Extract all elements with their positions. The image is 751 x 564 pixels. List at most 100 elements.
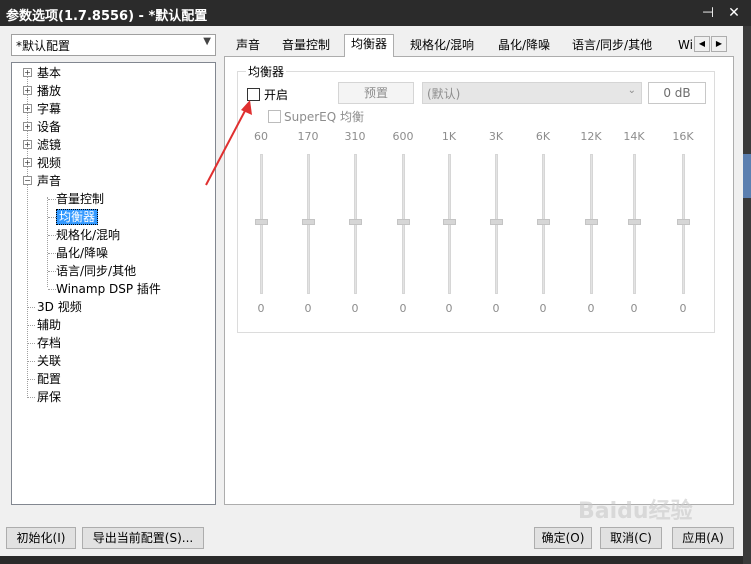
tree-item[interactable]: Winamp DSP 插件	[48, 280, 161, 298]
tree-item[interactable]: + 滤镜	[23, 136, 62, 154]
annotation-arrow-icon	[205, 100, 252, 186]
band-value-label: 0	[445, 302, 453, 315]
cancel-button[interactable]: 取消(C)	[600, 527, 662, 549]
tree-item[interactable]: 规格化/混响	[48, 226, 121, 244]
tab[interactable]: Wi	[672, 36, 699, 56]
tab[interactable]: 声音	[230, 36, 266, 56]
tree-item-label: 关联	[37, 354, 62, 368]
tree-item[interactable]: − 声音	[23, 172, 62, 190]
apply-button[interactable]: 应用(A)	[672, 527, 734, 549]
expand-icon[interactable]: +	[23, 140, 32, 149]
tab[interactable]: 晶化/降噪	[492, 36, 556, 56]
tree-item[interactable]: + 视频	[23, 154, 61, 172]
tree-item-label: 基本	[37, 66, 62, 80]
ok-button[interactable]: 确定(O)	[534, 527, 592, 549]
settings-tree[interactable]: + 基本 + 播放 + 字幕 + 设备 + 滤镜 + 视频 − 声音 音量控制 均衡器 规格化/混响 晶化/降噪语…	[11, 62, 216, 505]
band-frequency-label: 1K	[441, 130, 457, 143]
profile-dropdown-value: *默认配置	[16, 39, 71, 53]
band-sliders: 60 0 170 0 310 0 600 0 1K 0 3K 0 6K 0 12K 0 14K 0 16K 0	[238, 130, 716, 330]
chevron-down-icon: ⌄	[627, 85, 636, 96]
band-value-label: 0	[492, 302, 500, 315]
watermark-text: Baidu经验	[578, 499, 693, 524]
slider-thumb[interactable]	[490, 219, 503, 225]
slider-thumb[interactable]	[677, 219, 690, 225]
band-value-label: 0	[399, 302, 407, 315]
profile-dropdown[interactable]: *默认配置 ▼	[11, 34, 216, 56]
tree-item[interactable]: + 基本	[23, 64, 62, 82]
expand-icon[interactable]: +	[23, 86, 32, 95]
tree-item-label: 规格化/混响	[56, 228, 121, 242]
tree-item-label: 播放	[37, 84, 62, 98]
slider-thumb[interactable]	[537, 219, 550, 225]
tree-item[interactable]: 屏保	[27, 388, 62, 406]
tab-scroll-right-icon[interactable]: ▶	[711, 36, 727, 52]
tree-item[interactable]: 晶化/降噪	[48, 244, 109, 262]
tree-item[interactable]: 存档	[27, 334, 61, 352]
tree-item-label: 字幕	[37, 102, 62, 116]
band-value-label: 0	[539, 302, 547, 315]
expand-icon[interactable]: +	[23, 68, 32, 77]
tree-item-label: 3D 视频	[37, 300, 82, 314]
band-frequency-label: 12K	[580, 130, 602, 143]
band-frequency-label: 16K	[672, 130, 694, 143]
tree-item-label: 滤镜	[37, 138, 62, 152]
taskbar-edge	[0, 556, 743, 564]
tree-item[interactable]: 音量控制	[48, 190, 105, 208]
pin-icon[interactable]: ⊣	[698, 3, 718, 23]
band-frequency-label: 3K	[488, 130, 504, 143]
expand-icon[interactable]: +	[23, 158, 32, 167]
slider-thumb[interactable]	[628, 219, 641, 225]
preset-button[interactable]: 预置	[338, 82, 414, 104]
expand-icon[interactable]: +	[23, 122, 32, 131]
slider-thumb[interactable]	[255, 219, 268, 225]
tree-item-label: 配置	[37, 372, 62, 386]
init-button[interactable]: 初始化(I)	[6, 527, 76, 549]
preset-dropdown[interactable]: (默认) ⌄	[422, 82, 642, 104]
close-icon[interactable]: ✕	[724, 3, 744, 23]
window-title: 参数选项(1.7.8556) - *默认配置	[6, 9, 208, 24]
tab[interactable]: 音量控制	[276, 36, 336, 56]
tree-item[interactable]: + 字幕	[23, 100, 62, 118]
tree-item-label: 屏保	[37, 390, 62, 404]
tree-item[interactable]: 辅助	[27, 316, 62, 334]
supereq-label[interactable]: SuperEQ 均衡	[284, 108, 364, 125]
band-frequency-label: 170	[297, 130, 319, 143]
gain-readout: 0 dB	[648, 82, 706, 104]
band-value-label: 0	[351, 302, 359, 315]
slider-thumb[interactable]	[302, 219, 315, 225]
band-frequency-label: 310	[344, 130, 366, 143]
collapse-icon[interactable]: −	[23, 176, 32, 185]
tree-item[interactable]: + 播放	[23, 82, 62, 100]
tab[interactable]: 规格化/混响	[404, 36, 480, 56]
equalizer-group: 均衡器 开启 SuperEQ 均衡 预置 (默认) ⌄ 0 dB 60 0 170 0…	[237, 63, 716, 333]
band-value-label: 0	[257, 302, 265, 315]
equalizer-group-title: 均衡器	[246, 63, 287, 80]
export-config-button[interactable]: 导出当前配置(S)...	[82, 527, 204, 549]
tab[interactable]: 均衡器	[344, 34, 395, 57]
tree-item-label: 晶化/降噪	[56, 246, 109, 260]
tree-item-label: 声音	[37, 174, 62, 188]
tree-item-label: 辅助	[37, 318, 62, 332]
slider-thumb[interactable]	[397, 219, 410, 225]
band-value-label: 0	[630, 302, 638, 315]
expand-icon[interactable]: +	[23, 104, 32, 113]
enable-label[interactable]: 开启	[264, 86, 288, 103]
tree-item[interactable]: 语言/同步/其他	[48, 262, 136, 280]
equalizer-panel: 均衡器 开启 SuperEQ 均衡 预置 (默认) ⌄ 0 dB 60 0 170 0…	[224, 56, 734, 505]
slider-thumb[interactable]	[585, 219, 598, 225]
tree-item-label: 音量控制	[56, 192, 105, 206]
slider-thumb[interactable]	[349, 219, 362, 225]
slider-thumb[interactable]	[443, 219, 456, 225]
preset-dropdown-value: (默认)	[427, 87, 461, 101]
tab[interactable]: 语言/同步/其他	[566, 36, 658, 56]
chevron-down-icon: ▼	[203, 36, 211, 47]
supereq-checkbox[interactable]	[268, 110, 281, 123]
tree-item[interactable]: 关联	[27, 352, 62, 370]
tree-item[interactable]: 3D 视频	[27, 298, 82, 316]
band-frequency-label: 6K	[535, 130, 551, 143]
band-value-label: 0	[304, 302, 312, 315]
tree-item[interactable]: 均衡器	[48, 208, 99, 226]
tree-item-label: Winamp DSP 插件	[56, 282, 161, 296]
tree-item[interactable]: 配置	[27, 370, 62, 388]
tree-item[interactable]: + 设备	[23, 118, 61, 136]
